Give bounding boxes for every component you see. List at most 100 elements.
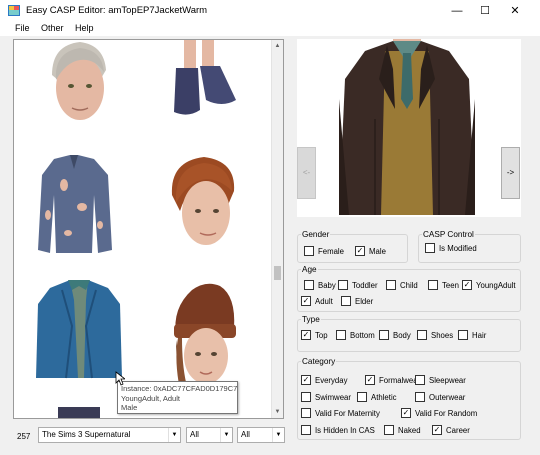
- elder-checkbox[interactable]: Elder: [341, 296, 373, 306]
- thumbnail-item[interactable]: [54, 407, 104, 419]
- hair-box[interactable]: [458, 330, 468, 340]
- naked-box[interactable]: [384, 425, 394, 435]
- title-bar: Easy CASP Editor: amTopEP7JacketWarm — ☐…: [0, 0, 540, 22]
- gender-legend: Gender: [302, 230, 330, 239]
- filter-select-2[interactable]: All ▼: [237, 427, 285, 443]
- formalwear-checkbox[interactable]: Formalwear: [365, 375, 420, 385]
- is-hidden-in-cas-box[interactable]: [301, 425, 311, 435]
- type-legend: Type: [302, 315, 320, 324]
- formalwear-label: Formalwear: [379, 375, 421, 385]
- top-label: Top: [315, 330, 328, 340]
- thumbnail-list[interactable]: ▲ ▼: [13, 39, 284, 419]
- youngadult-box[interactable]: [462, 280, 472, 290]
- valid-for-maternity-box[interactable]: [301, 408, 311, 418]
- bottom-box[interactable]: [336, 330, 346, 340]
- baby-label: Baby: [318, 280, 336, 290]
- preview-panel: <- ->: [297, 39, 521, 217]
- menu-other[interactable]: Other: [41, 23, 64, 33]
- athletic-box[interactable]: [357, 392, 367, 402]
- teen-checkbox[interactable]: Teen: [428, 280, 459, 290]
- valid-for-random-checkbox[interactable]: Valid For Random: [401, 408, 477, 418]
- maximize-button[interactable]: ☐: [470, 0, 500, 22]
- child-label: Child: [400, 280, 418, 290]
- previous-button[interactable]: <-: [297, 147, 316, 199]
- valid-for-maternity-label: Valid For Maternity: [315, 408, 380, 418]
- pack-select[interactable]: The Sims 3 Supernatural ▼: [38, 427, 181, 443]
- adult-box[interactable]: [301, 296, 311, 306]
- athletic-checkbox[interactable]: Athletic: [357, 392, 397, 402]
- male-box[interactable]: [355, 246, 365, 256]
- sleepwear-label: Sleepwear: [429, 375, 466, 385]
- baby-box[interactable]: [304, 280, 314, 290]
- sleepwear-box[interactable]: [415, 375, 425, 385]
- thumbnail-item[interactable]: [166, 155, 238, 255]
- filter-select-1[interactable]: All ▼: [186, 427, 233, 443]
- top-checkbox[interactable]: Top: [301, 330, 328, 340]
- bottom-label: Bottom: [350, 330, 375, 340]
- valid-for-maternity-checkbox[interactable]: Valid For Maternity: [301, 408, 380, 418]
- toddler-checkbox[interactable]: Toddler: [338, 280, 378, 290]
- shoes-label: Shoes: [431, 330, 454, 340]
- adult-checkbox[interactable]: Adult: [301, 296, 333, 306]
- child-box[interactable]: [386, 280, 396, 290]
- body-checkbox[interactable]: Body: [379, 330, 411, 340]
- thumbnail-scrollbar[interactable]: ▲ ▼: [271, 40, 283, 418]
- is-modified-checkbox[interactable]: Is Modified: [425, 243, 477, 253]
- filter-select-1-value: All: [190, 430, 199, 439]
- male-label: Male: [369, 246, 386, 256]
- age-legend: Age: [302, 265, 317, 274]
- filter-select-2-value: All: [241, 430, 250, 439]
- scrollbar-thumb[interactable]: [274, 266, 281, 280]
- thumbnail-item[interactable]: [166, 280, 242, 390]
- minimize-button[interactable]: —: [442, 0, 472, 22]
- teen-box[interactable]: [428, 280, 438, 290]
- everyday-box[interactable]: [301, 375, 311, 385]
- naked-label: Naked: [398, 425, 421, 435]
- sleepwear-checkbox[interactable]: Sleepwear: [415, 375, 466, 385]
- everyday-checkbox[interactable]: Everyday: [301, 375, 348, 385]
- female-label: Female: [318, 246, 344, 256]
- female-box[interactable]: [304, 246, 314, 256]
- elder-label: Elder: [355, 296, 374, 306]
- baby-checkbox[interactable]: Baby: [304, 280, 336, 290]
- child-checkbox[interactable]: Child: [386, 280, 418, 290]
- thumbnail-item[interactable]: [34, 155, 116, 255]
- thumbnail-item[interactable]: [166, 40, 246, 120]
- career-box[interactable]: [432, 425, 442, 435]
- thumbnail-item[interactable]: [42, 40, 114, 130]
- male-checkbox[interactable]: Male: [355, 246, 386, 256]
- hair-label: Hair: [472, 330, 487, 340]
- top-box[interactable]: [301, 330, 311, 340]
- age-group: Age Baby Toddler Child Teen YoungAdult A…: [297, 265, 521, 312]
- is-hidden-in-cas-checkbox[interactable]: Is Hidden In CAS: [301, 425, 375, 435]
- menu-bar: File Other Help: [0, 22, 540, 36]
- outerwear-box[interactable]: [415, 392, 425, 402]
- career-label: Career: [446, 425, 470, 435]
- menu-file[interactable]: File: [15, 23, 30, 33]
- thumbnail-item[interactable]: [36, 280, 122, 380]
- scroll-up-icon[interactable]: ▲: [272, 40, 283, 52]
- formalwear-box[interactable]: [365, 375, 375, 385]
- youngadult-checkbox[interactable]: YoungAdult: [462, 280, 516, 290]
- menu-help[interactable]: Help: [75, 23, 94, 33]
- swimwear-box[interactable]: [301, 392, 311, 402]
- naked-checkbox[interactable]: Naked: [384, 425, 421, 435]
- is-modified-box[interactable]: [425, 243, 435, 253]
- chevron-down-icon: ▼: [272, 428, 284, 442]
- next-button[interactable]: ->: [501, 147, 520, 199]
- outerwear-checkbox[interactable]: Outerwear: [415, 392, 465, 402]
- bottom-checkbox[interactable]: Bottom: [336, 330, 375, 340]
- type-group: Type Top Bottom Body Shoes Hair: [297, 315, 521, 352]
- female-checkbox[interactable]: Female: [304, 246, 344, 256]
- shoes-box[interactable]: [417, 330, 427, 340]
- scroll-down-icon[interactable]: ▼: [272, 406, 283, 418]
- career-checkbox[interactable]: Career: [432, 425, 470, 435]
- body-box[interactable]: [379, 330, 389, 340]
- swimwear-checkbox[interactable]: Swimwear: [301, 392, 351, 402]
- toddler-box[interactable]: [338, 280, 348, 290]
- close-button[interactable]: ✕: [500, 0, 530, 22]
- hair-checkbox[interactable]: Hair: [458, 330, 486, 340]
- shoes-checkbox[interactable]: Shoes: [417, 330, 453, 340]
- elder-box[interactable]: [341, 296, 351, 306]
- valid-for-random-box[interactable]: [401, 408, 411, 418]
